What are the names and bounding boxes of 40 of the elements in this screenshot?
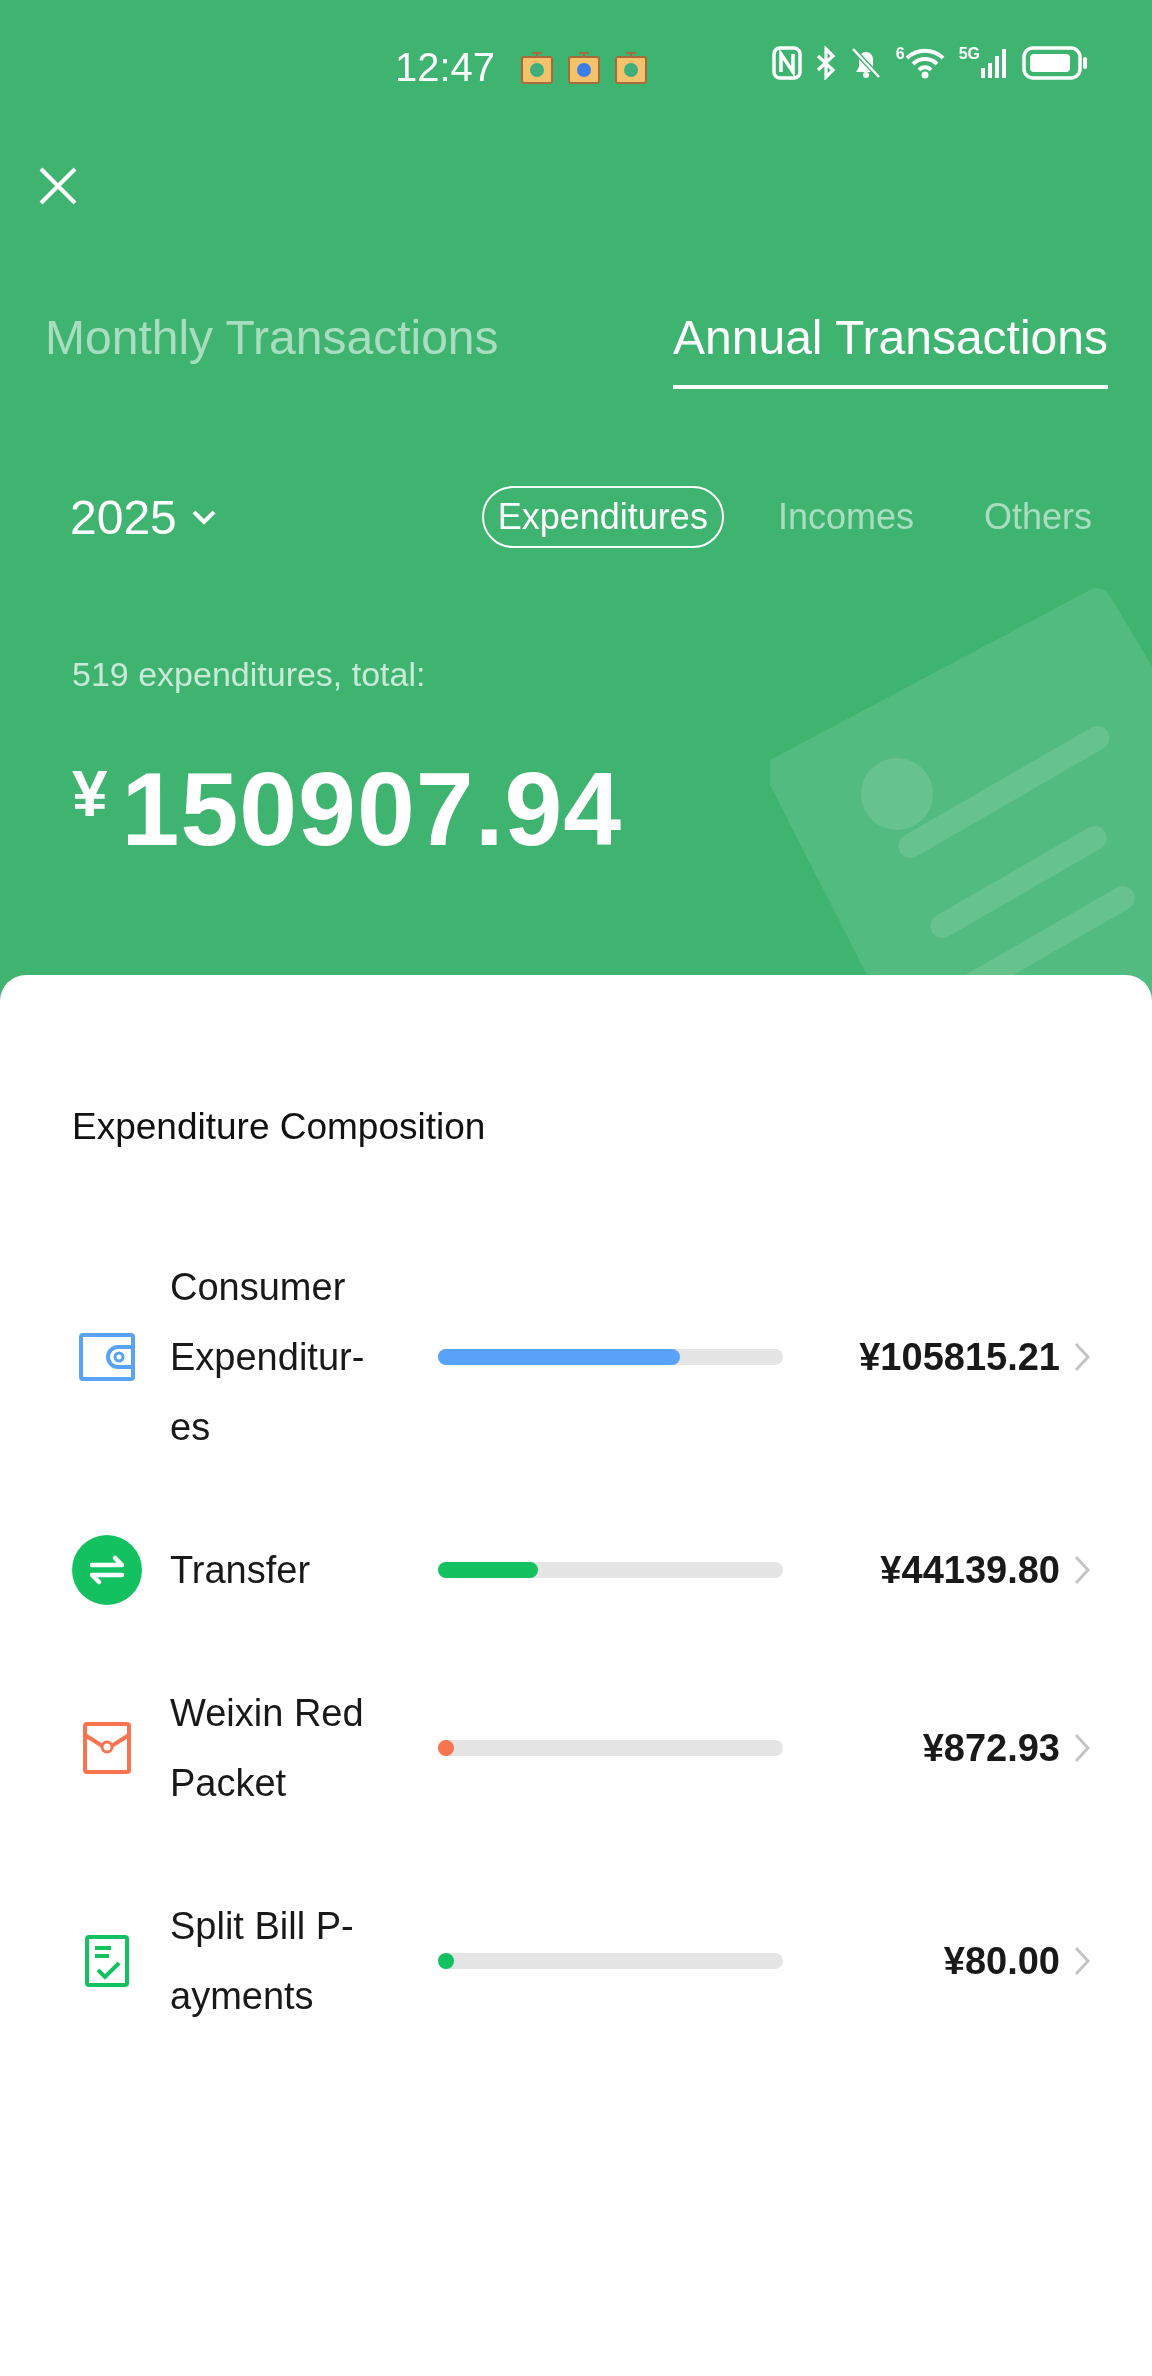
- chevron-right-icon[interactable]: [1074, 1342, 1090, 1372]
- wallet-icon: [78, 1332, 136, 1382]
- type-filter[interactable]: Expenditures: [481, 486, 724, 548]
- signal-icon: [980, 46, 1008, 80]
- clock-time: 12:47: [395, 44, 496, 90]
- type-filter[interactable]: Incomes: [761, 486, 930, 548]
- year-selector[interactable]: 2025: [70, 489, 217, 545]
- nfc-icon: [771, 46, 802, 80]
- category-label: Consumer Expenditur- es: [170, 1265, 366, 1450]
- network-type: 5G: [958, 46, 980, 62]
- battery-icon: [1022, 46, 1088, 80]
- close-icon[interactable]: [38, 166, 78, 206]
- expenditure-count: 519 expenditures, total:: [72, 655, 427, 694]
- category-amount[interactable]: ¥80.00: [943, 1939, 1060, 1983]
- total-amount: 150907.94: [121, 754, 623, 864]
- category-amount[interactable]: ¥44139.80: [880, 1548, 1060, 1592]
- bill-check-icon: [84, 1934, 130, 1988]
- chevron-right-icon[interactable]: [1074, 1946, 1090, 1976]
- category-amount[interactable]: ¥105815.21: [859, 1335, 1060, 1379]
- bluetooth-icon: [815, 46, 836, 80]
- chevron-right-icon[interactable]: [1074, 1555, 1090, 1585]
- notification-icon: [567, 49, 601, 85]
- period-tab[interactable]: Annual Transactions: [673, 310, 1108, 389]
- type-filter[interactable]: Others: [967, 486, 1108, 548]
- wifi-standard-label: 6: [895, 46, 905, 62]
- category-label: Weixin Red Packet: [170, 1691, 365, 1806]
- category-label: Transfer: [170, 1548, 312, 1593]
- notification-icon: [614, 49, 648, 85]
- chevron-down-icon: [190, 509, 217, 525]
- chevron-right-icon[interactable]: [1074, 1733, 1090, 1763]
- period-tab[interactable]: Monthly Transactions: [45, 310, 499, 389]
- section-title: Expenditure Composition: [72, 1105, 487, 1149]
- muted-bell-icon: [849, 46, 882, 80]
- category-amount[interactable]: ¥872.93: [922, 1726, 1060, 1770]
- category-label: Split Bill P- ayments: [170, 1904, 355, 2019]
- transfer-icon: [72, 1535, 142, 1605]
- currency-symbol: ¥: [72, 757, 108, 832]
- wifi-icon: [904, 46, 945, 80]
- envelope-icon: [82, 1721, 132, 1775]
- notification-icon: [520, 49, 554, 85]
